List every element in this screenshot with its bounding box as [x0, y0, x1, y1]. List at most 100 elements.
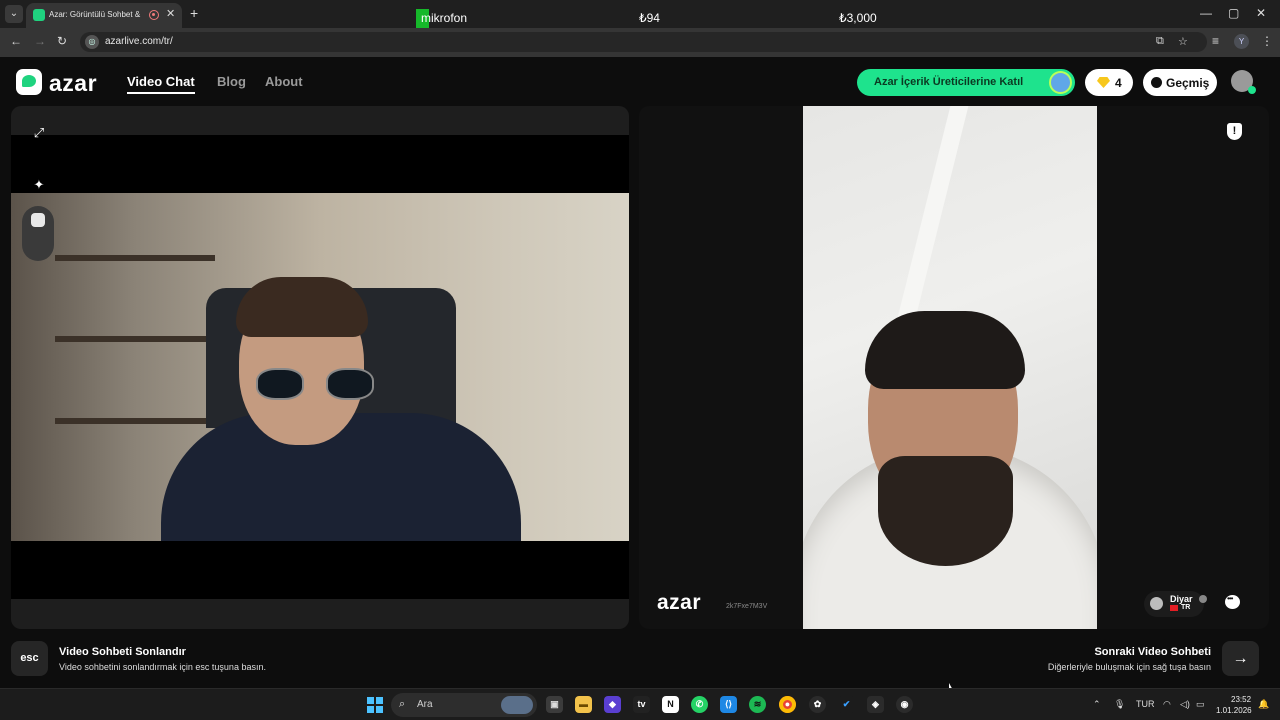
azar-favicon-icon: [33, 9, 45, 21]
peer-country: TR: [1181, 604, 1191, 611]
next-chat-description: Diğerleriyle buluşmak için sağ tuşa bası…: [1047, 662, 1211, 672]
windows-taskbar: ⌕ Ara ▣ ▬ ◆ tv N ✆ ⟨⟩ ≋ ● ✿ ✔ ◈ ◉ ⌃ 🎙 TU…: [0, 688, 1280, 720]
url-field[interactable]: ◎ azarlive.com/tr/ ⧉ ☆: [80, 32, 1207, 52]
shelf: [55, 418, 215, 424]
peer-profile-chip[interactable]: Diyar TR: [1144, 591, 1207, 617]
end-chat-title: Video Sohbeti Sonlandır: [59, 646, 186, 658]
cube-app-icon[interactable]: ◈: [867, 696, 884, 713]
taskbar-date[interactable]: 1.01.2026: [1216, 706, 1252, 715]
address-bar-row: ← → ↻ ◎ azarlive.com/tr/ ⧉ ☆ ≡ Y ⋮: [0, 28, 1280, 57]
keyboard-language[interactable]: TUR: [1136, 699, 1155, 709]
install-app-icon[interactable]: ⧉: [1156, 35, 1164, 48]
url-text: azarlive.com/tr/: [105, 36, 173, 47]
tab-search-button[interactable]: ⌄: [5, 5, 23, 23]
gems-button[interactable]: 4: [1085, 69, 1133, 96]
vscode-icon[interactable]: ⟨⟩: [720, 696, 737, 713]
report-shield-icon[interactable]: !: [1227, 123, 1242, 140]
creator-program-label: Azar İçerik Üreticilerine Katıl: [874, 76, 1024, 88]
next-chat-button[interactable]: →: [1222, 641, 1259, 676]
tab-close-icon[interactable]: ✕: [166, 7, 175, 20]
user-avatar[interactable]: [1231, 70, 1256, 94]
minimize-button[interactable]: —: [1200, 6, 1212, 20]
peer-person-hair: [865, 311, 1025, 389]
chrome-icon[interactable]: ●: [779, 696, 796, 713]
browser-tabstrip: ⌄ Azar: Görüntülü Sohbet & V ✕ + mikrofo…: [0, 0, 1280, 28]
gem-count: 4: [1115, 76, 1122, 90]
bookmark-star-icon[interactable]: ☆: [1178, 35, 1188, 48]
history-label: Geçmiş: [1166, 76, 1210, 90]
notion-icon[interactable]: N: [662, 696, 679, 713]
end-chat-description: Video sohbetini sonlandırmak için esc tu…: [59, 662, 266, 672]
close-window-button[interactable]: ✕: [1256, 6, 1266, 20]
history-button[interactable]: Geçmiş: [1143, 69, 1217, 96]
peer-person-beard: [878, 456, 1013, 566]
search-icon: ⌕: [399, 698, 406, 710]
peer-avatar: [1150, 597, 1163, 610]
peer-video-panel: ! azar 2k7Fxe7M3V Diyar TR: [639, 106, 1269, 629]
tray-chevron-icon[interactable]: ⌃: [1093, 699, 1101, 710]
chatgpt-icon[interactable]: ✿: [809, 696, 826, 713]
volume-icon[interactable]: ◁): [1180, 699, 1190, 710]
self-person-body: [161, 413, 521, 541]
vpn-app-icon[interactable]: ◆: [604, 696, 621, 713]
site-info-icon[interactable]: ◎: [85, 35, 99, 49]
peer-camera-feed: [803, 106, 1097, 629]
peer-session-id: 2k7Fxe7M3V: [726, 603, 768, 610]
nav-about[interactable]: About: [265, 74, 303, 89]
browser-tab-azar[interactable]: Azar: Görüntülü Sohbet & V ✕: [26, 3, 182, 28]
task-view-icon[interactable]: ▣: [546, 696, 563, 713]
peer-name: Diyar: [1170, 594, 1193, 604]
shelf: [55, 336, 215, 342]
todo-icon[interactable]: ✔: [838, 696, 855, 713]
peer-watermark-logo: azar: [657, 591, 702, 614]
sunglasses-lens-left: [256, 368, 304, 400]
windows-start-icon[interactable]: [367, 697, 383, 713]
search-highlight-icon: [501, 696, 533, 714]
sunglasses: [256, 368, 376, 400]
tray-mic-icon[interactable]: 🎙: [1114, 699, 1125, 710]
azar-logo-icon: [16, 69, 42, 95]
forward-icon[interactable]: →: [34, 34, 46, 48]
whatsapp-icon[interactable]: ✆: [691, 696, 708, 713]
verified-badge-icon: [1199, 595, 1207, 603]
apple-tv-icon[interactable]: tv: [633, 696, 650, 713]
azar-logo-text: azar: [49, 70, 98, 96]
taskbar-search[interactable]: ⌕ Ara: [391, 693, 537, 717]
spotify-icon[interactable]: ≋: [749, 696, 766, 713]
maximize-button[interactable]: ▢: [1228, 6, 1239, 20]
shelf: [55, 255, 215, 261]
media-controls-icon[interactable]: ≡: [1212, 34, 1219, 48]
stream-overlay-value-a: ₺94: [639, 11, 660, 25]
nav-video-chat[interactable]: Video Chat: [127, 74, 195, 94]
self-person-hair: [236, 277, 368, 337]
taskbar-search-placeholder: Ara: [417, 699, 433, 710]
obs-recording-icon[interactable]: ◉: [896, 696, 913, 713]
creator-badge-icon: [1049, 71, 1072, 94]
taskbar-time[interactable]: 23:52: [1231, 695, 1251, 704]
stream-overlay-mic: mikrofon: [416, 9, 467, 28]
expand-icon[interactable]: ⤢: [30, 124, 48, 142]
letterbox-bottom: [11, 541, 629, 599]
chat-bubble-icon[interactable]: [1225, 594, 1240, 609]
face-filter-button[interactable]: [22, 206, 54, 261]
back-icon[interactable]: ←: [10, 34, 22, 48]
mic-label: mikrofon: [421, 11, 468, 25]
creator-program-button[interactable]: Azar İçerik Üreticilerine Katıl: [857, 69, 1075, 96]
notifications-icon[interactable]: 🔔: [1258, 699, 1269, 710]
turkey-flag-icon: [1170, 605, 1178, 611]
face-filter-icon: [31, 213, 45, 227]
file-explorer-icon[interactable]: ▬: [575, 696, 592, 713]
history-clock-icon: [1151, 77, 1162, 88]
reload-icon[interactable]: ↻: [57, 34, 67, 48]
wifi-icon[interactable]: ◠: [1163, 699, 1171, 710]
screen: ⌄ Azar: Görüntülü Sohbet & V ✕ + mikrofo…: [0, 0, 1280, 720]
new-tab-button[interactable]: +: [190, 5, 198, 21]
end-chat-esc-button[interactable]: esc: [11, 641, 48, 676]
letterbox-top: [11, 135, 629, 193]
browser-profile-avatar[interactable]: Y: [1234, 34, 1249, 49]
browser-menu-icon[interactable]: ⋮: [1261, 34, 1273, 48]
sparkles-icon[interactable]: ✦: [30, 176, 48, 194]
nav-blog[interactable]: Blog: [217, 74, 246, 89]
stream-overlay-value-b: ₺3,000: [839, 11, 877, 25]
battery-icon[interactable]: ▭: [1196, 699, 1205, 710]
